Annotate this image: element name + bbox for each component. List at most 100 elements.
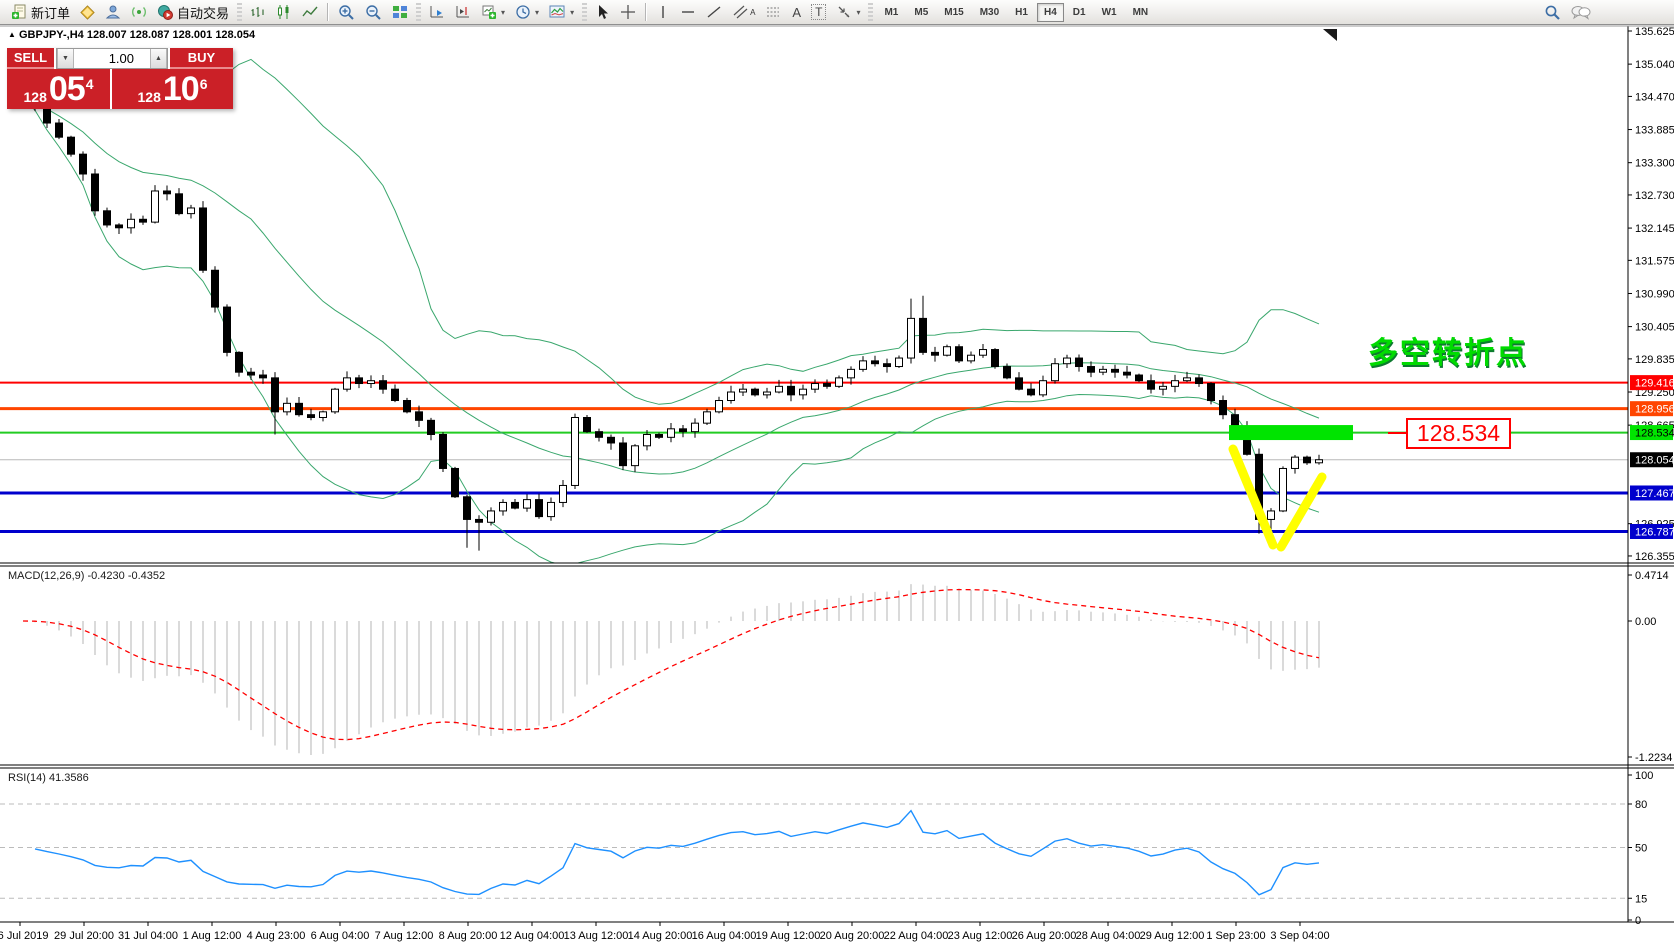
- candle-body: [1016, 378, 1023, 389]
- crosshair-button[interactable]: [615, 1, 641, 24]
- timeframe-m15[interactable]: M15: [937, 3, 970, 22]
- candle-body: [536, 500, 543, 517]
- timeframe-h1[interactable]: H1: [1008, 3, 1035, 22]
- auto-scroll-button[interactable]: [424, 1, 450, 24]
- volume-increase-button[interactable]: ▲: [150, 49, 167, 68]
- candle-body: [80, 154, 87, 174]
- candle-body: [620, 443, 627, 466]
- candle-body: [992, 350, 999, 367]
- new-order-button[interactable]: 新订单: [6, 1, 75, 24]
- chart-canvas[interactable]: 135.625135.040134.470133.885133.300132.7…: [0, 0, 1674, 944]
- candle-body: [1064, 358, 1071, 364]
- candle-body: [728, 392, 735, 400]
- fibonacci-button[interactable]: [760, 1, 787, 24]
- candle-body: [116, 225, 123, 228]
- profile-button[interactable]: [100, 1, 126, 24]
- vertical-line-icon: [656, 4, 670, 20]
- arrows-icon: [836, 4, 852, 20]
- toolbar-grip: [868, 3, 873, 21]
- horizontal-line-button[interactable]: [675, 1, 701, 24]
- trendline-button[interactable]: [701, 1, 727, 24]
- text-tool-button[interactable]: A: [787, 1, 806, 24]
- indicators-dropdown[interactable]: ▾: [544, 1, 579, 24]
- equidistant-channel-button[interactable]: A: [727, 1, 760, 24]
- timeframe-d1[interactable]: D1: [1066, 3, 1093, 22]
- bar-chart-button[interactable]: [245, 1, 271, 24]
- candle-body: [956, 347, 963, 361]
- rsi-tick-label: 80: [1635, 799, 1647, 811]
- sell-price-box[interactable]: 128 05 4: [7, 69, 110, 109]
- candle-body: [188, 208, 195, 214]
- toolbar-grip: [416, 3, 421, 21]
- arrows-dropdown[interactable]: ▾: [831, 1, 865, 24]
- price-tick-label: 130.405: [1635, 322, 1674, 334]
- timeframe-w1[interactable]: W1: [1095, 3, 1124, 22]
- signal-icon: [131, 4, 147, 20]
- candle-body: [812, 384, 819, 390]
- timeframe-m30[interactable]: M30: [973, 3, 1006, 22]
- candle-body: [920, 318, 927, 352]
- candle-body: [932, 352, 939, 355]
- dropdown-caret: ▾: [501, 8, 505, 17]
- dropdown-caret: ▾: [535, 8, 539, 17]
- search-icon: [1544, 4, 1561, 21]
- rsi-tick-label: 50: [1635, 843, 1647, 855]
- price-badge-label: 128.534: [1635, 428, 1674, 440]
- price-badge-label: 128.054: [1635, 455, 1674, 467]
- zoom-out-button[interactable]: [360, 1, 387, 24]
- candle-body: [848, 369, 855, 377]
- time-tick-label: 4 Aug 23:00: [247, 930, 306, 942]
- tile-windows-button[interactable]: [387, 1, 413, 24]
- volume-decrease-button[interactable]: ▼: [57, 49, 74, 68]
- chart-shift-button[interactable]: [450, 1, 476, 24]
- volume-field[interactable]: 1.00: [74, 49, 150, 68]
- candle-body: [1172, 381, 1179, 387]
- price-tick-label: 132.730: [1635, 190, 1674, 202]
- one-click-trading-panel: SELL ▼ 1.00 ▲ BUY 128 05 4 128 10 6: [7, 48, 233, 109]
- cursor-button[interactable]: [590, 1, 615, 24]
- buy-button[interactable]: BUY: [170, 48, 233, 69]
- signal-button[interactable]: [126, 1, 152, 24]
- toolbar-separator: [645, 3, 647, 21]
- timeframe-mn[interactable]: MN: [1126, 3, 1156, 22]
- price-badge-label: 129.416: [1635, 378, 1674, 390]
- annotation-text[interactable]: 多空转折点: [1368, 328, 1528, 372]
- timeframe-m1[interactable]: M1: [877, 3, 905, 22]
- buy-price-box[interactable]: 128 10 6: [112, 69, 233, 109]
- new-chart-dropdown[interactable]: ▾: [476, 1, 510, 24]
- sell-button[interactable]: SELL: [7, 48, 54, 69]
- volume-stepper: ▼ 1.00 ▲: [56, 48, 168, 69]
- candle-body: [212, 270, 219, 307]
- candle-body: [368, 381, 375, 384]
- candle-body: [272, 378, 279, 412]
- chat-button[interactable]: [1566, 1, 1596, 24]
- time-tick-label: 31 Jul 04:00: [118, 930, 178, 942]
- market-watch-button[interactable]: [75, 1, 100, 24]
- price-label-box[interactable]: 128.534: [1406, 418, 1511, 449]
- auto-trading-icon: [157, 4, 173, 20]
- search-button[interactable]: [1539, 1, 1566, 24]
- candle-body: [1052, 364, 1059, 381]
- zoom-in-button[interactable]: [333, 1, 360, 24]
- new-order-label: 新订单: [31, 3, 70, 22]
- price-badge-label: 127.467: [1635, 488, 1674, 500]
- candle-body: [476, 519, 483, 522]
- auto-trading-button[interactable]: 自动交易: [152, 1, 234, 24]
- buy-price-big: 10: [163, 72, 199, 106]
- candle-body: [152, 191, 159, 222]
- candle-body: [644, 434, 651, 445]
- line-chart-button[interactable]: [297, 1, 323, 24]
- candle-body: [1292, 457, 1299, 468]
- candlestick-chart-button[interactable]: [271, 1, 297, 24]
- timeframe-m5[interactable]: M5: [907, 3, 935, 22]
- fibonacci-icon: [765, 4, 782, 20]
- profile-icon: [105, 4, 121, 20]
- period-dropdown[interactable]: ▾: [510, 1, 544, 24]
- vertical-line-button[interactable]: [651, 1, 675, 24]
- candle-body: [296, 403, 303, 414]
- candle-body: [872, 361, 879, 364]
- candle-body: [380, 381, 387, 389]
- text-label-tool-button[interactable]: T: [806, 1, 831, 24]
- candle-body: [1004, 367, 1011, 378]
- timeframe-h4[interactable]: H4: [1037, 3, 1064, 22]
